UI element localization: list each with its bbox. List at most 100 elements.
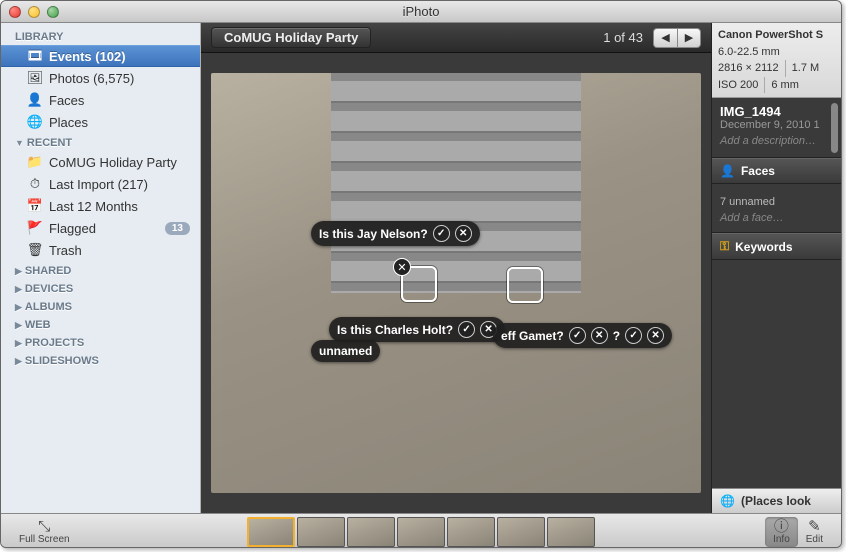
disclosure-icon: ▶ xyxy=(15,356,22,367)
corkboard-icon: 👤 xyxy=(720,164,735,178)
titlebar: iPhoto xyxy=(1,1,841,23)
sidebar-item-last-import[interactable]: ⏱ Last Import (217) xyxy=(1,173,200,195)
face-prompt-label: Is this Charles Holt? xyxy=(337,323,453,337)
event-icon: 📁 xyxy=(27,154,43,170)
sidebar-item-label: Photos (6,575) xyxy=(49,71,134,86)
pencil-icon: ✎ xyxy=(808,519,821,534)
keywords-section-header[interactable]: ⚿ Keywords xyxy=(712,233,841,260)
next-photo-button[interactable]: ▶ xyxy=(677,28,701,48)
fullscreen-button[interactable]: ⤡ Full Screen xyxy=(11,519,78,545)
source-list-sidebar: LIBRARY 🎞 Events (102) 🖼 Photos (6,575) … xyxy=(1,23,201,513)
sidebar-item-label: CoMUG Holiday Party xyxy=(49,155,177,170)
face-prompt-label: eff Gamet? xyxy=(501,329,564,343)
iso-value: ISO 200 xyxy=(718,77,758,94)
sidebar-item-label: Trash xyxy=(49,243,82,258)
confirm-face-button[interactable]: ✓ xyxy=(569,327,586,344)
sidebar-item-events[interactable]: 🎞 Events (102) xyxy=(1,45,200,67)
sidebar-item-label: Last 12 Months xyxy=(49,199,138,214)
reject-face-button[interactable]: ✕ xyxy=(455,225,472,242)
close-window-button[interactable] xyxy=(9,6,21,18)
sidebar-item-label: Flagged xyxy=(49,221,96,236)
thumbnail[interactable] xyxy=(447,517,495,547)
confirm-face-button[interactable]: ✓ xyxy=(433,225,450,242)
photo-viewer[interactable]: ✕ Is this Jay Nelson? ✓ ✕ Is this Charle… xyxy=(201,53,711,513)
info-icon: ⓘ xyxy=(774,519,789,534)
photos-icon: 🖼 xyxy=(27,70,43,86)
info-button[interactable]: ⓘ Info xyxy=(765,517,798,547)
face-suggestion-tag: Is this Charles Holt? ✓ ✕ xyxy=(329,317,505,342)
unnamed-faces-count: 7 unnamed xyxy=(720,196,833,208)
face-box[interactable]: ✕ xyxy=(401,266,437,302)
faces-section: 7 unnamed Add a face… xyxy=(712,184,841,233)
thumbnail[interactable] xyxy=(547,517,595,547)
confirm-face-button[interactable]: ✓ xyxy=(458,321,475,338)
filename[interactable]: IMG_1494 xyxy=(720,104,833,119)
sidebar-header-shared[interactable]: ▶SHARED xyxy=(1,261,200,279)
face-prompt-label: ? xyxy=(613,329,620,343)
remove-face-button[interactable]: ✕ xyxy=(393,258,411,276)
window-title: iPhoto xyxy=(1,4,841,19)
sidebar-item-flagged[interactable]: 🚩 Flagged 13 xyxy=(1,217,200,239)
face-box[interactable] xyxy=(507,267,543,303)
bottom-toolbar: ⤡ Full Screen ⓘ Info ✎ Edit xyxy=(1,513,841,548)
reject-face-button[interactable]: ✕ xyxy=(591,327,608,344)
disclosure-icon: ▶ xyxy=(15,284,22,295)
photo-counter: 1 of 43 xyxy=(603,30,643,45)
sidebar-item-label: Events (102) xyxy=(49,49,126,64)
prev-photo-button[interactable]: ◀ xyxy=(653,28,677,48)
sidebar-header-slideshows[interactable]: ▶SLIDESHOWS xyxy=(1,351,200,369)
photo-date: December 9, 2010 1 xyxy=(720,119,833,131)
disclosure-icon: ▶ xyxy=(15,266,22,277)
sidebar-item-trash[interactable]: 🗑 Trash xyxy=(1,239,200,261)
camera-info: Canon PowerShot S 6.0-22.5 mm 2816 × 211… xyxy=(712,23,841,98)
faces-section-header[interactable]: 👤 Faces xyxy=(712,158,841,184)
add-face-field[interactable]: Add a face… xyxy=(720,212,833,224)
zoom-window-button[interactable] xyxy=(47,6,59,18)
sidebar-header-albums[interactable]: ▶ALBUMS xyxy=(1,297,200,315)
sidebar-item-comug-party[interactable]: 📁 CoMUG Holiday Party xyxy=(1,151,200,173)
sidebar-item-places[interactable]: 🌐 Places xyxy=(1,111,200,133)
disclosure-icon: ▶ xyxy=(15,320,22,331)
minimize-window-button[interactable] xyxy=(28,6,40,18)
lens-spec: 6.0-22.5 mm xyxy=(718,44,835,61)
sidebar-item-faces[interactable]: 👤 Faces xyxy=(1,89,200,111)
file-size: 1.7 M xyxy=(785,60,820,77)
face-prompt-label: Is this Jay Nelson? xyxy=(319,227,428,241)
viewer-header: CoMUG Holiday Party 1 of 43 ◀ ▶ xyxy=(201,23,711,53)
disclosure-icon: ▶ xyxy=(15,302,22,313)
globe-icon: 🌐 xyxy=(720,494,735,508)
sidebar-item-photos[interactable]: 🖼 Photos (6,575) xyxy=(1,67,200,89)
places-icon: 🌐 xyxy=(27,114,43,130)
face-suggestion-tag: Is this Jay Nelson? ✓ ✕ xyxy=(311,221,480,246)
sidebar-header-projects[interactable]: ▶PROJECTS xyxy=(1,333,200,351)
flagged-count-badge: 13 xyxy=(165,222,190,235)
calendar-icon: 📅 xyxy=(27,198,43,214)
face-prompt-label: unnamed xyxy=(319,344,372,358)
main-view: CoMUG Holiday Party 1 of 43 ◀ ▶ ✕ xyxy=(201,23,711,513)
face-name-tag[interactable]: unnamed xyxy=(311,340,380,362)
sidebar-header-web[interactable]: ▶WEB xyxy=(1,315,200,333)
sidebar-item-label: Faces xyxy=(49,93,84,108)
thumbnail[interactable] xyxy=(247,517,295,547)
flag-icon: 🚩 xyxy=(27,220,43,236)
confirm-face-button[interactable]: ✓ xyxy=(625,327,642,344)
thumbnail[interactable] xyxy=(497,517,545,547)
info-scrollbar-thumb[interactable] xyxy=(831,103,838,153)
sidebar-header-recent[interactable]: ▼RECENT xyxy=(1,133,200,151)
sidebar-item-last-12-months[interactable]: 📅 Last 12 Months xyxy=(1,195,200,217)
reject-face-button[interactable]: ✕ xyxy=(647,327,664,344)
breadcrumb[interactable]: CoMUG Holiday Party xyxy=(211,27,371,48)
camera-model: Canon PowerShot S xyxy=(718,27,835,44)
thumbnail[interactable] xyxy=(397,517,445,547)
sidebar-item-label: Places xyxy=(49,115,88,130)
events-icon: 🎞 xyxy=(27,48,43,64)
edit-button[interactable]: ✎ Edit xyxy=(798,519,831,545)
info-panel: Canon PowerShot S 6.0-22.5 mm 2816 × 211… xyxy=(711,23,841,513)
description-field[interactable]: Add a description… xyxy=(720,135,833,147)
sidebar-header-devices[interactable]: ▶DEVICES xyxy=(1,279,200,297)
thumbnail[interactable] xyxy=(297,517,345,547)
places-section-header[interactable]: 🌐 (Places look xyxy=(712,488,841,513)
dimensions: 2816 × 2112 xyxy=(718,60,779,77)
thumbnail[interactable] xyxy=(347,517,395,547)
photo-metadata: IMG_1494 December 9, 2010 1 Add a descri… xyxy=(712,98,841,158)
